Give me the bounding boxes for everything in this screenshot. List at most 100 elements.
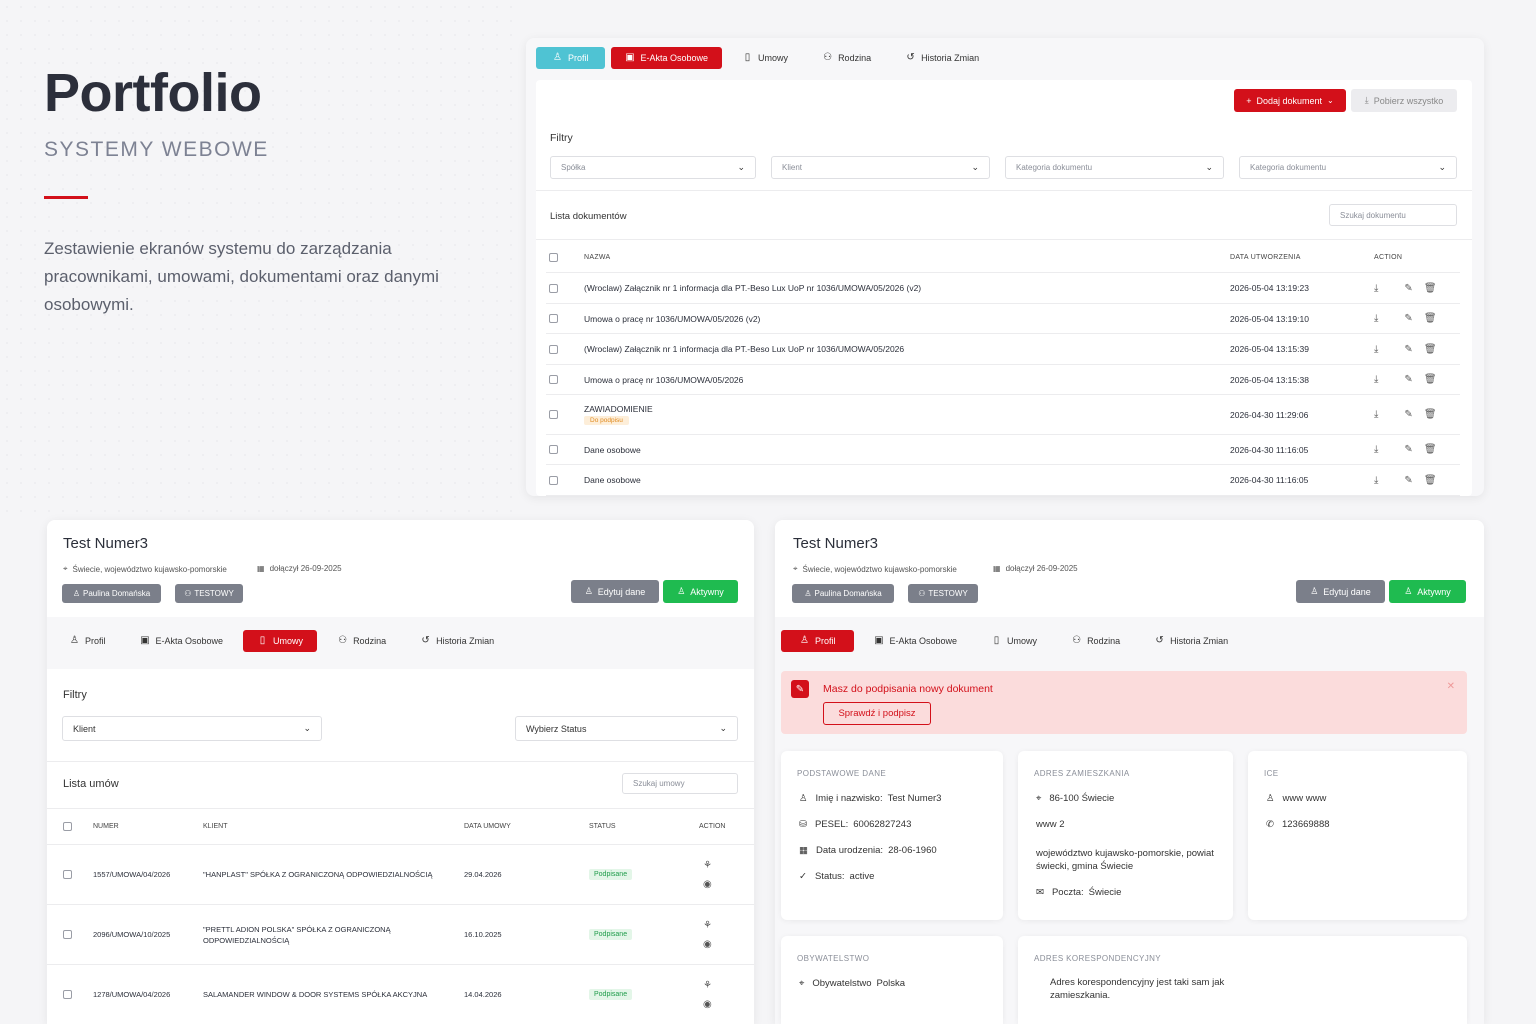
table-row[interactable]: Umowa o pracę nr 1036/UMOWA/05/2026 2026… xyxy=(546,365,1460,395)
edit-data-button[interactable]: ♙ Edytuj dane xyxy=(571,580,659,603)
tab-umowy[interactable]: ▯ Umowy xyxy=(977,630,1051,652)
tab-historia[interactable]: ↺ Historia Zmian xyxy=(1140,630,1242,652)
trash-icon[interactable]: 🗑 xyxy=(1424,313,1437,324)
table-row[interactable]: Dane osobowe 2026-04-30 11:16:05 ⤓ ✎ 🗑 xyxy=(546,465,1460,496)
trash-icon[interactable]: 🗑 xyxy=(1424,475,1437,486)
tab-profil[interactable]: ♙ Profil xyxy=(536,47,605,69)
table-row[interactable]: 1278/UMOWA/04/2026 SALAMANDER WINDOW & D… xyxy=(47,965,754,1024)
edit-icon[interactable]: ✎ xyxy=(1404,374,1412,385)
row-checkbox[interactable] xyxy=(549,445,558,454)
row-checkbox[interactable] xyxy=(549,344,558,354)
tab-profil[interactable]: ♙ Profil xyxy=(781,630,854,652)
filter-kategoria-1[interactable]: Kategoria dokumentu ⌄ xyxy=(1005,156,1224,179)
download-icon[interactable]: ⤓ xyxy=(1374,313,1378,324)
document-name[interactable]: Umowa o pracę nr 1036/UMOWA/05/2026 (v2) xyxy=(584,314,760,324)
sign-document-button[interactable]: Sprawdź i podpisz xyxy=(823,702,931,725)
row-checkbox[interactable] xyxy=(63,930,72,939)
tab-historia[interactable]: ↺ Historia Zmian xyxy=(406,630,508,652)
filter-klient[interactable]: Klient ⌄ xyxy=(62,716,322,741)
edit-icon[interactable]: ✎ xyxy=(1404,313,1412,324)
download-icon[interactable]: ⤓ xyxy=(1374,475,1378,486)
trash-icon[interactable]: 🗑 xyxy=(1424,374,1437,385)
document-name[interactable]: Umowa o pracę nr 1036/UMOWA/05/2026 xyxy=(584,375,743,385)
edit-icon[interactable]: ✎ xyxy=(1404,283,1412,294)
trash-icon[interactable]: 🗑 xyxy=(1424,444,1437,455)
document-icon: ▯ xyxy=(993,635,1000,646)
document-name[interactable]: Dane osobowe xyxy=(584,475,641,485)
table-row[interactable]: ZAWIADOMIENIE Do podpisu 2026-04-30 11:29… xyxy=(546,395,1460,435)
edit-data-button[interactable]: ♙ Edytuj dane xyxy=(1296,580,1385,603)
download-icon[interactable]: ⤓ xyxy=(1374,283,1378,294)
signature-icon[interactable]: ⚘ xyxy=(703,980,712,991)
hero-description: Zestawienie ekranów systemu do zarządzan… xyxy=(44,239,439,314)
edit-icon[interactable]: ✎ xyxy=(1404,409,1412,420)
tab-rodzina[interactable]: ⚇ Rodzina xyxy=(1057,630,1134,652)
filter-spolka[interactable]: Spółka ⌄ xyxy=(550,156,756,179)
search-documents-input[interactable]: Szukaj dokumentu xyxy=(1329,204,1457,226)
row-checkbox[interactable] xyxy=(549,410,558,419)
table-row[interactable]: (Wroclaw) Załącznik nr 1 informacja dla … xyxy=(546,273,1460,304)
tab-rodzina[interactable]: ⚇ Rodzina xyxy=(323,630,400,652)
signature-icon[interactable]: ⚘ xyxy=(703,860,712,871)
row-checkbox[interactable] xyxy=(549,475,558,485)
tab-e-akta[interactable]: ▣ E-Akta Osobowe xyxy=(860,630,972,652)
tab-umowy[interactable]: ▯ Umowy xyxy=(728,47,802,69)
table-row[interactable]: Umowa o pracę nr 1036/UMOWA/05/2026 (v2)… xyxy=(546,304,1460,334)
contract-number[interactable]: 1557/UMOWA/04/2026 xyxy=(93,870,170,879)
download-icon[interactable]: ⤓ xyxy=(1374,374,1378,385)
search-contracts-input[interactable]: Szukaj umowy xyxy=(622,773,738,794)
active-button[interactable]: ♙ Aktywny xyxy=(663,580,738,603)
row-checkbox[interactable] xyxy=(549,375,558,384)
edit-icon[interactable]: ✎ xyxy=(1404,344,1412,355)
document-date: 2026-05-04 13:19:10 xyxy=(1230,313,1309,324)
profile-joined: dołączył 26-09-2025 xyxy=(1005,564,1078,573)
user-icon: ♙ xyxy=(70,635,79,646)
trash-icon[interactable]: 🗑 xyxy=(1424,344,1437,355)
contract-number[interactable]: 2096/UMOWA/10/2025 xyxy=(93,930,170,939)
add-document-button[interactable]: + Dodaj dokument ⌄ xyxy=(1234,89,1346,112)
download-icon[interactable]: ⤓ xyxy=(1374,344,1378,355)
trash-icon[interactable]: 🗑 xyxy=(1424,283,1437,294)
active-button[interactable]: ♙ Aktywny xyxy=(1389,580,1466,603)
user-icon: ♙ xyxy=(72,589,80,598)
profile-tabs: ♙ Profil ▣ E-Akta Osobowe ▯ Umowy ⚇ Rodzina … xyxy=(781,630,1242,652)
edit-icon[interactable]: ✎ xyxy=(1404,444,1412,455)
filter-kategoria-2[interactable]: Kategoria dokumentu ⌄ xyxy=(1239,156,1457,179)
eye-icon[interactable]: ◉ xyxy=(703,939,712,950)
table-row[interactable]: Dane osobowe 2026-04-30 11:16:05 ⤓ ✎ 🗑 xyxy=(546,435,1460,465)
tab-profil[interactable]: ♙ Profil xyxy=(55,630,120,652)
close-icon[interactable]: ✕ xyxy=(1447,681,1455,692)
document-name[interactable]: (Wroclaw) Załącznik nr 1 informacja dla … xyxy=(584,344,904,354)
document-name[interactable]: ZAWIADOMIENIE xyxy=(584,404,653,414)
signature-icon[interactable]: ⚘ xyxy=(703,920,712,931)
download-all-button[interactable]: ⤓ Pobierz wszystko xyxy=(1351,89,1457,112)
tab-e-akta[interactable]: ▣ E-Akta Osobowe xyxy=(610,47,723,69)
document-name[interactable]: (Wroclaw) Załącznik nr 1 informacja dla … xyxy=(584,283,921,293)
select-all-checkbox[interactable] xyxy=(549,252,558,262)
row-checkbox[interactable] xyxy=(63,870,72,879)
document-name[interactable]: Dane osobowe xyxy=(584,445,641,455)
row-checkbox[interactable] xyxy=(63,990,72,999)
row-checkbox[interactable] xyxy=(549,314,558,323)
tab-rodzina[interactable]: ⚇ Rodzina xyxy=(808,47,885,69)
table-row[interactable]: 1557/UMOWA/04/2026 "HANPLAST" SPÓŁKA Z O… xyxy=(47,845,754,905)
filter-status[interactable]: Wybierz Status ⌄ xyxy=(515,716,738,741)
history-icon: ↺ xyxy=(421,635,430,646)
eye-icon[interactable]: ◉ xyxy=(703,999,712,1010)
users-icon: ⚇ xyxy=(1072,635,1082,646)
row-checkbox[interactable] xyxy=(549,283,558,293)
download-icon[interactable]: ⤓ xyxy=(1374,409,1378,420)
tab-historia[interactable]: ↺ Historia Zmian xyxy=(891,47,993,69)
download-icon[interactable]: ⤓ xyxy=(1374,444,1378,455)
table-row[interactable]: 2096/UMOWA/10/2025 "PRETTL ADION POLSKA"… xyxy=(47,905,754,965)
eye-icon[interactable]: ◉ xyxy=(703,879,712,890)
edit-icon[interactable]: ✎ xyxy=(1404,475,1412,486)
contract-number[interactable]: 1278/UMOWA/04/2026 xyxy=(93,990,170,999)
tab-e-akta[interactable]: ▣ E-Akta Osobowe xyxy=(126,630,238,652)
trash-icon[interactable]: 🗑 xyxy=(1424,409,1437,420)
table-row[interactable]: (Wroclaw) Załącznik nr 1 informacja dla … xyxy=(546,334,1460,365)
select-all-checkbox[interactable] xyxy=(63,822,72,831)
tab-umowy[interactable]: ▯ Umowy xyxy=(243,630,318,652)
profile-name: Test Numer3 xyxy=(63,535,149,552)
filter-klient[interactable]: Klient ⌄ xyxy=(771,156,990,179)
